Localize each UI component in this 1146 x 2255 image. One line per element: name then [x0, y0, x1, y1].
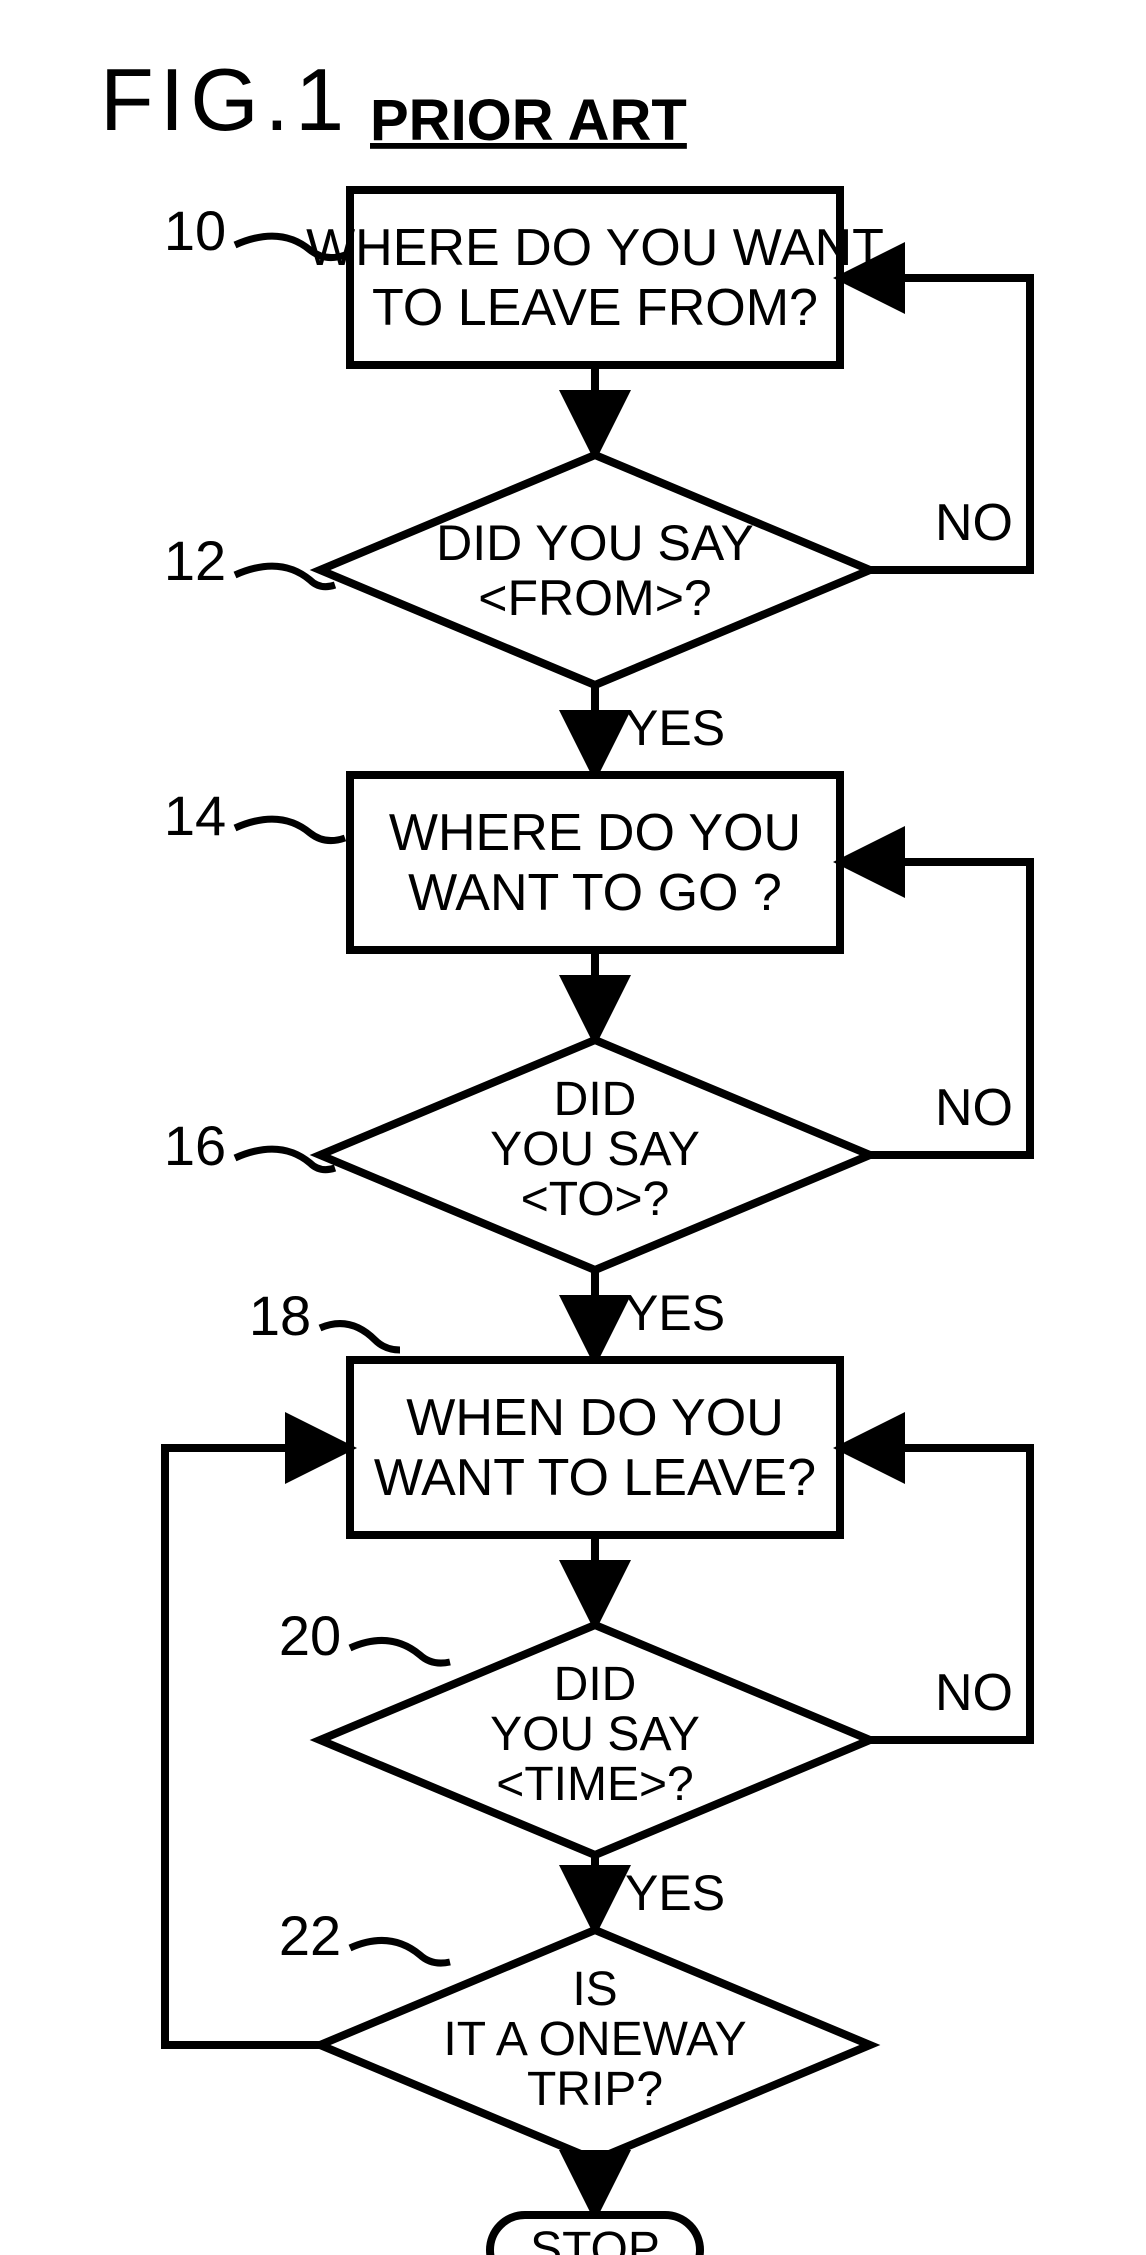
node-12-line1: DID YOU SAY	[436, 515, 754, 571]
ref-22-leader	[350, 1940, 450, 1963]
node-16: DID YOU SAY <TO>?	[320, 1040, 870, 1270]
ref-14: 14	[164, 784, 226, 847]
node-10-line1: WHERE DO YOU WANT	[306, 219, 884, 277]
node-22-line1: IS	[572, 1963, 617, 2016]
ref-16: 16	[164, 1114, 226, 1177]
node-22-line2: IT A ONEWAY	[443, 2013, 746, 2066]
node-10-line2: TO LEAVE FROM?	[372, 279, 818, 337]
figure-subtitle: PRIOR ART	[370, 88, 687, 153]
ref-18-leader	[320, 1324, 400, 1350]
node-14-line1: WHERE DO YOU	[389, 804, 801, 862]
node-16-line1: DID	[554, 1073, 637, 1126]
edge-20-yes-label: YES	[625, 1865, 725, 1921]
flowchart-diagram: FIG.1 PRIOR ART WHERE DO YOU WANT TO LEA…	[0, 0, 1146, 2255]
ref-12: 12	[164, 529, 226, 592]
node-12-line2: <FROM>?	[478, 570, 711, 626]
edge-12-yes-label: YES	[625, 700, 725, 756]
node-16-line3: <TO>?	[521, 1173, 670, 1226]
node-20-line1: DID	[554, 1658, 637, 1711]
ref-22: 22	[279, 1904, 341, 1967]
edge-12-no-label: NO	[935, 494, 1013, 552]
node-stop: STOP	[490, 2215, 700, 2255]
ref-14-leader	[235, 819, 345, 840]
node-18: WHEN DO YOU WANT TO LEAVE?	[350, 1360, 840, 1535]
node-12: DID YOU SAY <FROM>?	[320, 455, 870, 685]
edge-16-no-label: NO	[935, 1079, 1013, 1137]
figure-label: FIG.1	[100, 50, 350, 149]
node-22-line3: TRIP?	[527, 2063, 663, 2116]
ref-10: 10	[164, 199, 226, 262]
ref-20: 20	[279, 1604, 341, 1667]
node-14-line2: WANT TO GO ?	[408, 864, 782, 922]
node-stop-label: STOP	[530, 2223, 660, 2255]
ref-18: 18	[249, 1284, 311, 1347]
node-18-line2: WANT TO LEAVE?	[374, 1449, 816, 1507]
node-16-line2: YOU SAY	[490, 1123, 700, 1176]
node-20-line3: <TIME>?	[496, 1758, 693, 1811]
node-18-line1: WHEN DO YOU	[406, 1389, 784, 1447]
node-14: WHERE DO YOU WANT TO GO ?	[350, 775, 840, 950]
ref-20-leader	[350, 1640, 450, 1663]
node-10: WHERE DO YOU WANT TO LEAVE FROM?	[306, 190, 884, 365]
node-22: IS IT A ONEWAY TRIP?	[320, 1930, 870, 2160]
edge-16-yes-label: YES	[625, 1285, 725, 1341]
node-20: DID YOU SAY <TIME>?	[320, 1625, 870, 1855]
edge-20-no-label: NO	[935, 1664, 1013, 1722]
node-20-line2: YOU SAY	[490, 1708, 700, 1761]
